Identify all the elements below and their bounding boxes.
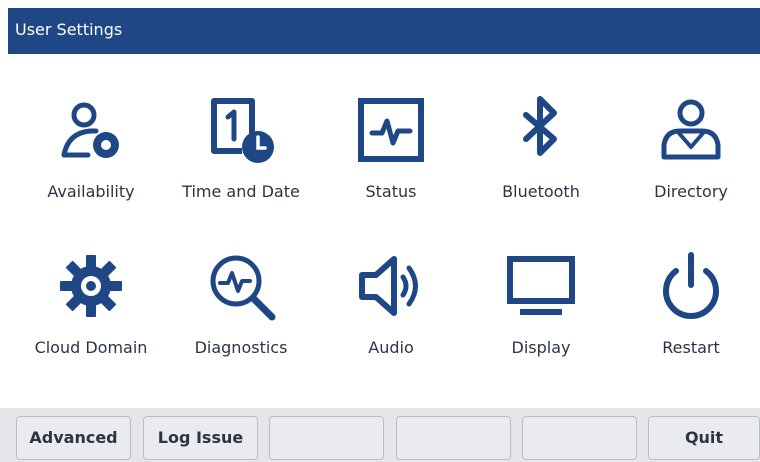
menu-item-bluetooth[interactable]: Bluetooth	[466, 70, 616, 220]
menu-item-label: Time and Date	[182, 182, 300, 201]
softkey-bar: Advanced Log Issue Quit	[0, 408, 760, 462]
menu-item-status[interactable]: Status	[316, 70, 466, 220]
menu-item-label: Audio	[368, 338, 414, 357]
settings-grid: Availability Time and Date Status Blueto…	[0, 54, 760, 406]
menu-item-label: Cloud Domain	[34, 338, 148, 357]
menu-item-label: Status	[365, 182, 417, 201]
gear-icon	[56, 251, 126, 321]
power-icon	[656, 251, 726, 321]
menu-item-audio[interactable]: Audio	[316, 226, 466, 376]
softkey-log-issue[interactable]: Log Issue	[143, 416, 258, 460]
menu-item-label: Restart	[662, 338, 720, 357]
menu-item-time-and-date[interactable]: Time and Date	[166, 70, 316, 220]
diagnostics-icon	[206, 251, 276, 321]
softkey-advanced[interactable]: Advanced	[16, 416, 131, 460]
availability-icon	[56, 95, 126, 165]
menu-item-availability[interactable]: Availability	[16, 70, 166, 220]
monitor-icon	[506, 251, 576, 321]
softkey-5[interactable]	[522, 416, 637, 460]
menu-item-cloud-domain[interactable]: Cloud Domain	[16, 226, 166, 376]
softkey-4[interactable]	[396, 416, 511, 460]
speaker-icon	[356, 251, 426, 321]
bluetooth-icon	[506, 95, 576, 165]
menu-item-directory[interactable]: Directory	[616, 70, 760, 220]
menu-item-display[interactable]: Display	[466, 226, 616, 376]
softkey-quit[interactable]: Quit	[648, 416, 760, 460]
menu-item-diagnostics[interactable]: Diagnostics	[166, 226, 316, 376]
menu-item-label: Availability	[47, 182, 135, 201]
menu-item-label: Diagnostics	[194, 338, 288, 357]
status-icon	[356, 95, 426, 165]
menu-item-label: Bluetooth	[502, 182, 580, 201]
softkey-3[interactable]	[269, 416, 384, 460]
title-bar: User Settings	[8, 8, 760, 54]
menu-item-label: Directory	[654, 182, 728, 201]
time-date-icon	[206, 95, 276, 165]
menu-item-label: Display	[511, 338, 571, 357]
menu-item-restart[interactable]: Restart	[616, 226, 760, 376]
directory-icon	[656, 95, 726, 165]
page-title: User Settings	[15, 20, 123, 39]
